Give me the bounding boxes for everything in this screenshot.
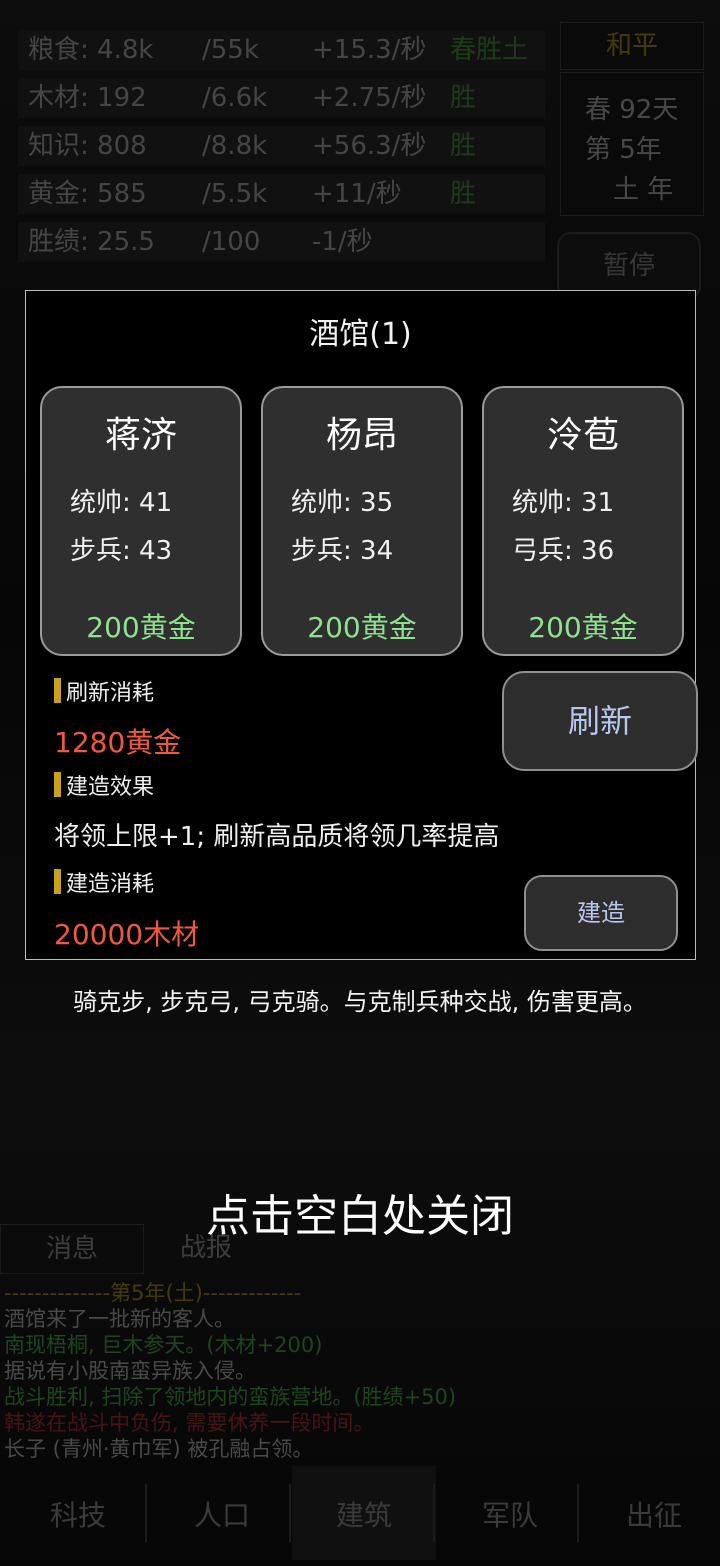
refresh-cost-label: 刷新消耗 [54, 675, 154, 707]
hero-troop: 弓兵: 36 [512, 536, 615, 566]
close-hint: 点击空白处关闭 [206, 1191, 514, 1242]
counter-hint: 骑克步, 步克弓, 弓克骑。与克制兵种交战, 伤害更高。 [73, 988, 647, 1016]
hero-price: 200黄金 [86, 611, 196, 644]
hero-command: 统帅: 31 [512, 488, 615, 518]
build-button[interactable]: 建造 [524, 875, 678, 951]
hero-troop: 步兵: 43 [70, 536, 173, 566]
hero-troop: 步兵: 34 [291, 536, 394, 566]
build-effect: 将领上限+1; 刷新高品质将领几率提高 [54, 822, 500, 852]
hero-name: 泠苞 [546, 415, 619, 456]
hero-price: 200黄金 [528, 611, 638, 644]
hero-card[interactable]: 泠苞 统帅: 31 弓兵: 36 200黄金 [482, 386, 684, 656]
dialog-title: 酒馆(1) [309, 317, 412, 352]
hero-card[interactable]: 蒋济 统帅: 41 步兵: 43 200黄金 [40, 386, 242, 656]
build-effect-label: 建造效果 [54, 769, 154, 801]
hero-price: 200黄金 [307, 611, 417, 644]
refresh-cost: 1280黄金 [54, 726, 182, 759]
hero-name: 蒋济 [104, 415, 177, 456]
hero-card[interactable]: 杨昂 统帅: 35 步兵: 34 200黄金 [261, 386, 463, 656]
hero-name: 杨昂 [325, 415, 398, 456]
hero-command: 统帅: 41 [70, 488, 173, 518]
build-cost: 20000木材 [54, 918, 200, 951]
hero-command: 统帅: 35 [291, 488, 394, 518]
build-cost-label: 建造消耗 [54, 866, 154, 898]
refresh-button[interactable]: 刷新 [502, 671, 698, 771]
tavern-dialog: 酒馆(1) 蒋济 统帅: 41 步兵: 43 200黄金 杨昂 统帅: 35 步… [25, 290, 698, 960]
